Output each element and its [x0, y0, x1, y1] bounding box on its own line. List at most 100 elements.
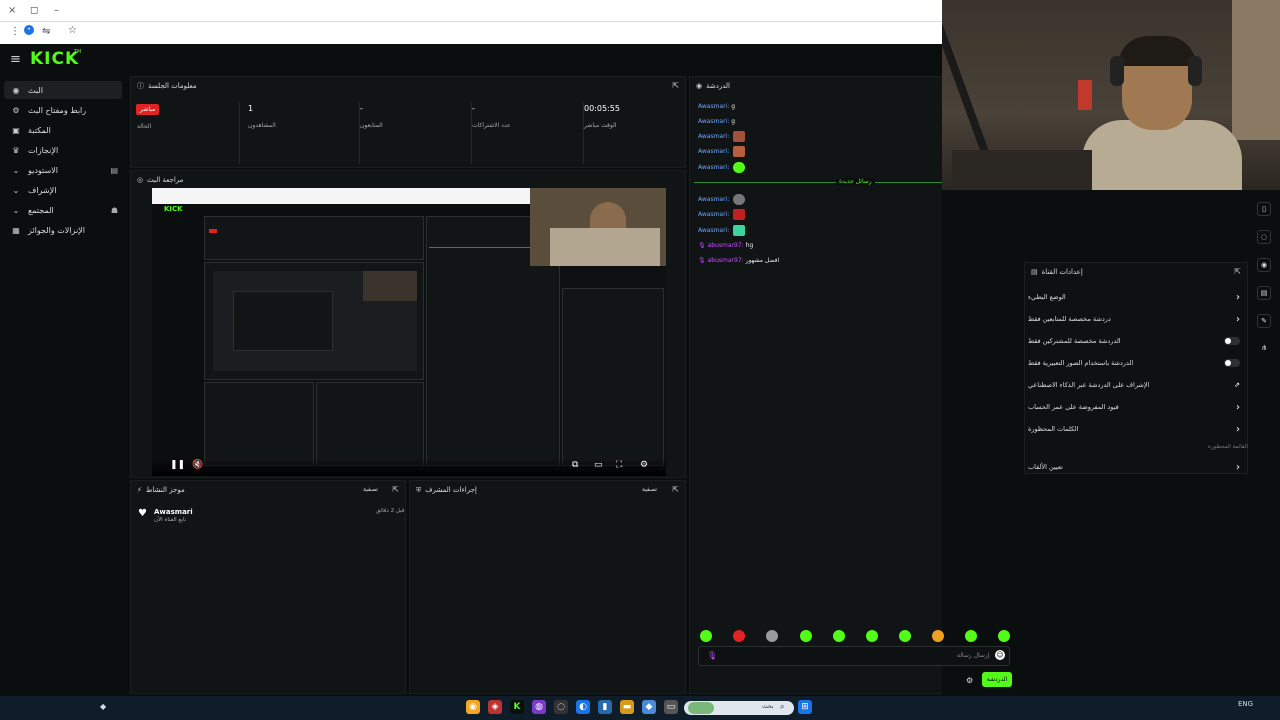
chat-username[interactable]: Awasmari: — [698, 133, 729, 140]
chat-message[interactable]: Awasmari: g — [698, 115, 735, 127]
chat-username[interactable]: Awasmari: — [698, 196, 729, 203]
popout-icon[interactable]: ⇱ — [672, 485, 679, 494]
taskbar-search[interactable]: بحث ⌕ — [684, 701, 794, 715]
sidebar-item-library[interactable]: ▣ المكتبة — [4, 121, 122, 139]
chat-username[interactable]: abusmar97: — [708, 257, 744, 264]
chat-username[interactable]: Awasmari: — [698, 103, 729, 110]
chat-message[interactable]: Awasmari: — [698, 193, 746, 205]
setting-banned-words[interactable]: الكلمات المحظورة › — [1028, 420, 1244, 438]
setting-ai-moderation[interactable]: الإشراف على الدردشة عبر الذكاء الاصطناعي… — [1028, 376, 1244, 394]
chat-message[interactable]: 🎙 abusmar97: افضل مشهور — [698, 254, 779, 266]
popout-icon[interactable]: ⇱ — [672, 81, 679, 90]
activity-username[interactable]: Awasmari — [154, 508, 193, 516]
rail-list-icon[interactable]: ▤ — [1257, 286, 1271, 300]
setting-account-age[interactable]: قيود المفروضة على عمر الحساب › — [1028, 398, 1244, 416]
emote-icon[interactable] — [932, 630, 944, 642]
emote-icon[interactable] — [866, 630, 878, 642]
translate-icon[interactable]: ⇋ — [42, 26, 50, 37]
toggle-switch[interactable] — [1224, 359, 1240, 367]
chat-username[interactable]: abusmar97: — [708, 242, 744, 249]
chat-settings-gear-icon[interactable]: ⚙ — [966, 676, 973, 685]
sidebar-item-studio[interactable]: ⌄ الاستوديو ▤ — [4, 161, 122, 179]
rail-broadcast-icon[interactable]: ◉ — [1257, 258, 1271, 272]
restore-icon[interactable]: ◻ — [30, 5, 38, 16]
sidebar-item-achievements[interactable]: ♛ الإنجازات — [4, 141, 122, 159]
emote-icon[interactable] — [800, 630, 812, 642]
chat-message[interactable]: Awasmari: — [698, 161, 746, 173]
kick-app-icon[interactable]: K — [510, 700, 524, 714]
chat-message[interactable]: 🎙 abusmar97: hg — [698, 239, 753, 251]
tray-icon[interactable]: ◆ — [100, 702, 106, 711]
toggle-switch[interactable] — [1224, 337, 1240, 345]
chat-username[interactable]: Awasmari: — [698, 148, 729, 155]
rail-chat-icon[interactable]: ◌ — [1257, 230, 1271, 244]
settings-section-label: القائمة المحظورة — [1208, 444, 1248, 450]
emote-icon[interactable] — [833, 630, 845, 642]
app-icon[interactable]: ◌ — [554, 700, 568, 714]
emote-icon[interactable] — [998, 630, 1010, 642]
app-icon[interactable]: ▮ — [598, 700, 612, 714]
sidebar-item-drops[interactable]: ▦ الإنزالات والجوائز — [4, 221, 122, 239]
chrome-icon[interactable]: ◉ — [466, 700, 480, 714]
nested-sidebar — [152, 216, 204, 466]
app-icon[interactable]: ▭ — [664, 700, 678, 714]
rail-mobile-icon[interactable]: ▯ — [1257, 202, 1271, 216]
close-tab-icon[interactable]: × — [8, 5, 16, 16]
chat-username[interactable]: Awasmari: — [698, 227, 729, 234]
filter-button[interactable]: تصفية — [363, 486, 378, 493]
filter-button[interactable]: تصفية — [642, 486, 657, 493]
minimize-icon[interactable]: – — [54, 5, 59, 16]
emote-icon[interactable] — [899, 630, 911, 642]
app-icon[interactable]: ◆ — [642, 700, 656, 714]
chevron-right-icon: › — [1236, 401, 1240, 413]
chat-username[interactable]: Awasmari: — [698, 118, 729, 125]
rail-share-icon[interactable]: ⋔ — [1257, 342, 1271, 356]
sidebar-item-community[interactable]: ⌄ المجتمع ☗ — [4, 201, 122, 219]
settings-gear-icon[interactable]: ⚙ — [640, 460, 648, 470]
menu-dots-icon[interactable]: ⋮ — [10, 26, 20, 37]
windows-start-icon[interactable]: ⊞ — [798, 700, 812, 714]
chat-username[interactable]: Awasmari: — [698, 211, 729, 218]
chat-message[interactable]: Awasmari: — [698, 130, 746, 142]
chat-message[interactable]: Awasmari: — [698, 224, 746, 236]
search-label: بحث — [762, 703, 774, 710]
sidebar-item-moderation[interactable]: ⌄ الإشراف — [4, 181, 122, 199]
hamburger-menu-icon[interactable]: ≡ — [10, 52, 21, 67]
profile-icon[interactable]: • — [24, 25, 34, 35]
mute-icon[interactable]: 🔇 — [192, 460, 203, 470]
kick-logo[interactable]: KICK — [30, 49, 79, 69]
setting-slow-mode[interactable]: الوضع البطيء › — [1028, 288, 1244, 306]
stream-preview-video[interactable]: KICK ❚❚ 🔇 ⧉ ▭ ⛶ ⚙ — [152, 188, 666, 476]
edge-icon[interactable]: ◐ — [576, 700, 590, 714]
emote-icon[interactable] — [733, 630, 745, 642]
tray-language-icon[interactable]: ENG — [1238, 700, 1253, 708]
emote-icon[interactable] — [700, 630, 712, 642]
setting-emote-only[interactable]: الدردشة باستخدام الصور التعبيرية فقط — [1028, 354, 1244, 372]
app-icon[interactable]: ◈ — [488, 700, 502, 714]
bookmark-star-icon[interactable]: ☆ — [68, 25, 77, 36]
chat-input[interactable]: 🎙 إرسال رسالة ☺ — [698, 646, 1010, 666]
emoji-icon[interactable]: ☺ — [995, 650, 1005, 660]
pip-icon[interactable]: ⧉ — [572, 460, 578, 470]
rail-wrench-icon[interactable]: ✎ — [1257, 314, 1271, 328]
chat-message[interactable]: Awasmari: — [698, 208, 746, 220]
chat-username[interactable]: Awasmari: — [698, 164, 729, 171]
emote-icon[interactable] — [766, 630, 778, 642]
theater-icon[interactable]: ▭ — [594, 460, 603, 470]
popout-icon[interactable]: ⇱ — [392, 485, 399, 494]
chat-message[interactable]: Awasmari: g — [698, 100, 735, 112]
setting-followers-only[interactable]: دردشة مخصصة للمتابعين فقط › — [1028, 310, 1244, 328]
chat-send-button[interactable]: الدردشة — [982, 672, 1012, 687]
chat-message[interactable]: Awasmari: — [698, 145, 746, 157]
setting-subscribers-only[interactable]: الدردشة مخصصة للمشتركين فقط — [1028, 332, 1244, 350]
popout-icon[interactable]: ⇱ — [1234, 267, 1241, 276]
fullscreen-icon[interactable]: ⛶ — [616, 460, 622, 470]
pause-icon[interactable]: ❚❚ — [170, 460, 185, 470]
emote-icon[interactable] — [965, 630, 977, 642]
app-icon[interactable]: ◍ — [532, 700, 546, 714]
sidebar-item-stream-key[interactable]: ⚙ رابط ومفتاح البث — [4, 101, 122, 119]
folder-icon[interactable]: ▬ — [620, 700, 634, 714]
setting-badges[interactable]: تعيين الألقاب › — [1028, 458, 1244, 476]
emote-icon — [733, 208, 746, 220]
sidebar-item-broadcast[interactable]: ◉ البث — [4, 81, 122, 99]
